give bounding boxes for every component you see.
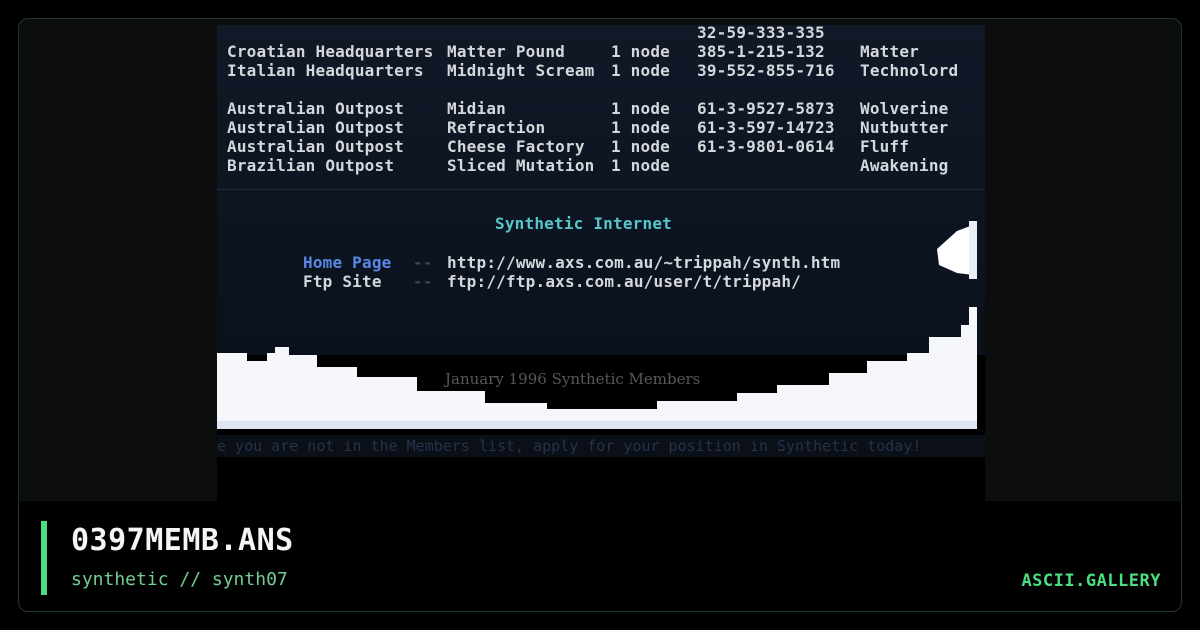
- ansi-art-preview: 32-59-333-335 Croatian Headquarters Matt…: [217, 25, 985, 503]
- footer-bar: 0397MEMB.ANS synthetic // synth07 ASCII.…: [19, 501, 1181, 611]
- snow-landscape-graphic: [217, 221, 977, 429]
- arrow-graphic: [937, 225, 973, 275]
- preview-card: 32-59-333-335 Croatian Headquarters Matt…: [18, 18, 1182, 612]
- credit-line: January 1996 Synthetic Members: [445, 370, 701, 388]
- file-title: 0397MEMB.ANS: [71, 523, 294, 558]
- pack-subtitle: synthetic // synth07: [71, 569, 288, 590]
- site-brand: ASCII.GALLERY: [1021, 571, 1161, 591]
- scroller-text: e you are not in the Members list, apply…: [217, 435, 985, 457]
- accent-bar: [41, 521, 47, 595]
